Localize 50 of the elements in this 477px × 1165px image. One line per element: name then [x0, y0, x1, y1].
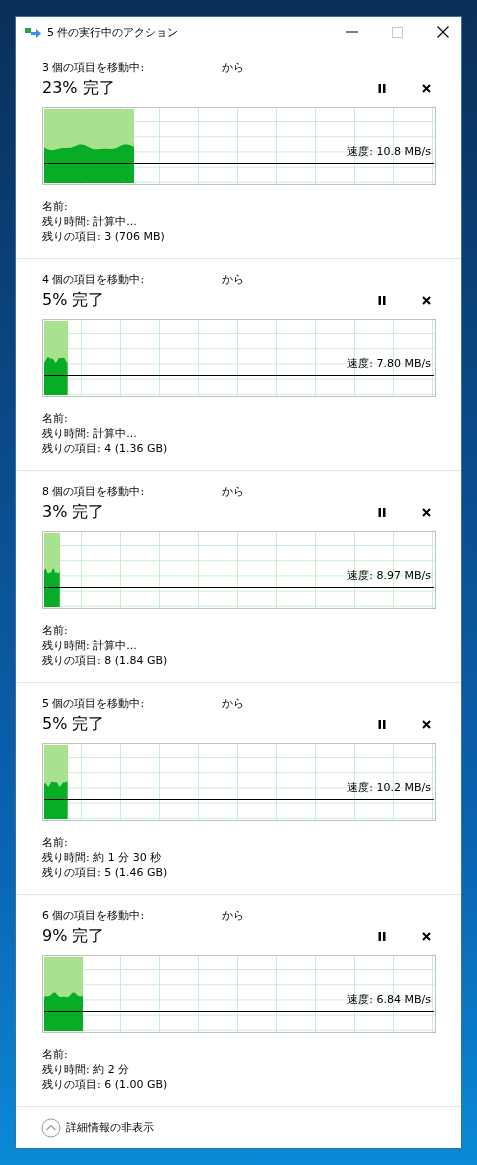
- pause-icon: [378, 719, 386, 729]
- chevron-up-icon: [41, 1117, 61, 1138]
- name-label: 名前:: [42, 199, 68, 214]
- move-files-icon: [25, 26, 41, 38]
- time-remaining: 残り時間: 計算中...: [42, 638, 137, 653]
- operation-heading: 8 個の項目を移動中:: [42, 483, 146, 499]
- name-label: 名前:: [42, 835, 68, 850]
- operation-heading: 5 個の項目を移動中:: [42, 695, 146, 711]
- speed-label: 速度: 8.97 MB/s: [347, 567, 431, 583]
- source-label: から: [222, 695, 244, 711]
- source-label: から: [222, 59, 244, 75]
- cancel-icon: [422, 507, 431, 517]
- hide-details-button[interactable]: 詳細情報の非表示: [41, 1117, 154, 1138]
- cancel-icon: [422, 719, 431, 729]
- items-remaining: 残りの項目: 5 (1.46 GB): [42, 865, 168, 880]
- speed-label: 速度: 7.80 MB/s: [347, 355, 431, 371]
- items-remaining: 残りの項目: 3 (706 MB): [42, 229, 165, 244]
- source-label: から: [222, 907, 244, 923]
- items-remaining: 残りの項目: 4 (1.36 GB): [42, 441, 168, 456]
- source-label: から: [222, 483, 244, 499]
- time-remaining: 残り時間: 約 2 分: [42, 1062, 130, 1077]
- cancel-icon: [422, 295, 431, 305]
- speed-label: 速度: 10.2 MB/s: [347, 779, 431, 795]
- speed-label: 速度: 6.84 MB/s: [347, 991, 431, 1007]
- speed-label: 速度: 10.8 MB/s: [347, 143, 431, 159]
- percent-complete: 23% 完了: [42, 77, 115, 99]
- close-icon[interactable]: [437, 26, 449, 38]
- percent-complete: 9% 完了: [42, 925, 105, 947]
- cancel-icon: [422, 931, 431, 941]
- percent-complete: 3% 完了: [42, 501, 105, 523]
- name-label: 名前:: [42, 411, 68, 426]
- operation-heading: 3 個の項目を移動中:: [42, 59, 146, 75]
- window-title: 5 件の実行中のアクション: [47, 24, 179, 40]
- name-label: 名前:: [42, 623, 68, 638]
- pause-icon: [378, 83, 386, 93]
- operation-heading: 4 個の項目を移動中:: [42, 271, 146, 287]
- pause-icon: [378, 931, 386, 941]
- percent-complete: 5% 完了: [42, 289, 105, 311]
- source-label: から: [222, 271, 244, 287]
- percent-complete: 5% 完了: [42, 713, 105, 735]
- name-label: 名前:: [42, 1047, 68, 1062]
- pause-icon: [378, 507, 386, 517]
- items-remaining: 残りの項目: 8 (1.84 GB): [42, 653, 168, 668]
- time-remaining: 残り時間: 計算中...: [42, 426, 137, 441]
- time-remaining: 残り時間: 計算中...: [42, 214, 137, 229]
- pause-icon: [378, 295, 386, 305]
- operation-heading: 6 個の項目を移動中:: [42, 907, 146, 923]
- items-remaining: 残りの項目: 6 (1.00 GB): [42, 1077, 168, 1092]
- time-remaining: 残り時間: 約 1 分 30 秒: [42, 850, 162, 865]
- cancel-icon: [422, 83, 431, 93]
